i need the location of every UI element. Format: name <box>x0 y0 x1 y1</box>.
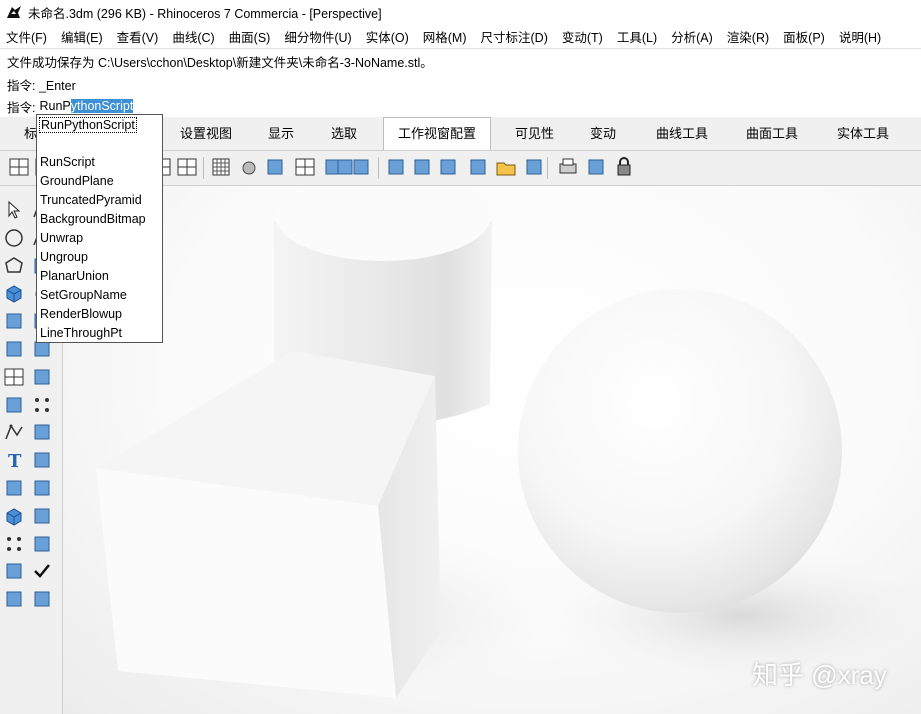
menu-item[interactable]: 渲染(R) <box>720 27 776 46</box>
ground-plane-icon[interactable] <box>467 156 489 178</box>
dimension-icon[interactable] <box>31 505 53 527</box>
menu-item[interactable]: 曲线(C) <box>165 27 221 46</box>
autocomplete-item[interactable]: GroundPlane <box>40 174 114 188</box>
command-autocomplete-text: ythonScript <box>70 99 134 113</box>
autocomplete-item[interactable]: RenderBlowup <box>40 307 122 321</box>
enable-detail-icon[interactable] <box>437 156 459 178</box>
autocomplete-item[interactable]: PlanarUnion <box>40 269 109 283</box>
command-prompt-label: 指令: <box>7 100 36 115</box>
sphere <box>518 289 842 613</box>
tab-9[interactable]: 实体工具 <box>837 117 889 150</box>
fillet-icon[interactable] <box>3 421 25 443</box>
menu-item[interactable]: 查看(V) <box>110 27 166 46</box>
split-vertical-icon[interactable] <box>176 156 198 178</box>
box-front-face <box>96 468 396 698</box>
point-light-icon[interactable] <box>238 156 260 178</box>
window-title: 未命名.3dm (296 KB) - Rhinoceros 7 Commerci… <box>28 6 382 21</box>
material-icon[interactable] <box>31 588 53 610</box>
points-icon[interactable] <box>31 394 53 416</box>
align-icon[interactable] <box>31 533 53 555</box>
autocomplete-item[interactable]: RunPythonScript <box>39 117 137 133</box>
menu-item[interactable]: 分析(A) <box>664 27 720 46</box>
menu-item[interactable]: 变动(T) <box>555 27 610 46</box>
command-input[interactable]: RunPythonScript <box>39 99 134 113</box>
render-icon[interactable] <box>3 588 25 610</box>
menu-item[interactable]: 工具(L) <box>610 27 664 46</box>
text-icon[interactable]: T <box>3 449 25 472</box>
circle-icon[interactable] <box>3 227 25 249</box>
mirror-icon[interactable] <box>31 477 53 499</box>
command-history-line: 文件成功保存为 C:\Users\cchon\Desktop\新建文件夹\未命名… <box>7 56 433 70</box>
menu-item[interactable]: 面板(P) <box>776 27 832 46</box>
menu-item[interactable]: 网格(M) <box>416 27 474 46</box>
two-point-perspective-icon[interactable] <box>264 156 286 178</box>
offset-icon[interactable] <box>31 421 53 443</box>
tab-8[interactable]: 曲面工具 <box>746 117 798 150</box>
render-color-icon[interactable] <box>350 156 372 178</box>
toolbar-separator <box>203 157 204 179</box>
toolbar-separator <box>378 157 379 179</box>
autocomplete-item[interactable]: BackgroundBitmap <box>40 212 146 226</box>
subd-icon[interactable] <box>3 338 25 360</box>
snapshot-icon[interactable] <box>523 156 545 178</box>
watermark: 知乎 @xray <box>752 660 887 690</box>
command-autocomplete-list[interactable]: RunPythonScript RunScript GroundPlane Trunc… <box>36 114 163 343</box>
menu-item[interactable]: 尺寸标注(D) <box>474 27 555 46</box>
command-typed-text: RunP <box>39 99 71 113</box>
toolbar-separator <box>547 157 548 179</box>
tab-7[interactable]: 曲线工具 <box>656 117 708 150</box>
boolean-icon[interactable] <box>3 394 25 416</box>
four-viewports-icon[interactable] <box>8 156 30 178</box>
box-icon[interactable] <box>3 282 25 304</box>
save-info-icon[interactable] <box>585 156 607 178</box>
autocomplete-item[interactable]: SetGroupName <box>40 288 127 302</box>
rhino-logo-icon <box>7 6 21 18</box>
split-icon[interactable] <box>3 366 25 388</box>
trim-icon[interactable] <box>31 366 53 388</box>
tab-4[interactable]: 工作视窗配置 <box>383 117 492 150</box>
open-folder-icon[interactable] <box>495 156 517 178</box>
grid-icon[interactable] <box>210 156 232 178</box>
check-icon[interactable] <box>31 560 53 582</box>
select-arrow-icon[interactable] <box>3 199 25 221</box>
viewport-properties-icon[interactable] <box>294 156 316 178</box>
title-bar: 未命名.3dm (296 KB) - Rhinoceros 7 Commerci… <box>0 0 921 24</box>
tab-5[interactable]: 可见性 <box>515 117 554 150</box>
extrude-icon[interactable] <box>3 310 25 332</box>
lock-icon[interactable] <box>613 156 635 178</box>
solid-box-icon[interactable] <box>3 505 25 527</box>
detail-view-icon[interactable] <box>411 156 433 178</box>
tab-2[interactable]: 显示 <box>268 117 294 150</box>
command-area: 文件成功保存为 C:\Users\cchon\Desktop\新建文件夹\未命名… <box>0 48 921 118</box>
group-icon[interactable] <box>3 477 25 499</box>
perspective-viewport[interactable] <box>63 186 921 714</box>
tab-3[interactable]: 选取 <box>331 117 357 150</box>
autocomplete-item[interactable]: LineThroughPt <box>40 326 122 340</box>
flow-icon[interactable] <box>3 560 25 582</box>
scale-icon[interactable] <box>31 449 53 471</box>
menu-item[interactable]: 说明(H) <box>832 27 888 46</box>
menu-item[interactable]: 曲面(S) <box>222 27 278 46</box>
print-icon[interactable] <box>557 156 579 178</box>
menu-bar: 文件(F) 编辑(E) 查看(V) 曲线(C) 曲面(S) 细分物件(U) 实体(O) 网格(… <box>0 24 921 48</box>
command-history-line: 指令: _Enter <box>7 79 76 93</box>
menu-item[interactable]: 实体(O) <box>359 27 416 46</box>
polygon-icon[interactable] <box>3 255 25 277</box>
autocomplete-item[interactable]: RunScript <box>40 155 95 169</box>
menu-item[interactable]: 编辑(E) <box>54 27 110 46</box>
new-layout-icon[interactable] <box>385 156 407 178</box>
autocomplete-item[interactable]: Unwrap <box>40 231 83 245</box>
viewport-scene <box>83 186 921 706</box>
array-icon[interactable] <box>3 533 25 555</box>
tab-6[interactable]: 变动 <box>590 117 616 150</box>
autocomplete-item[interactable]: Ungroup <box>40 250 88 264</box>
tab-1[interactable]: 设置视图 <box>180 117 232 150</box>
svg-text:T: T <box>8 451 22 471</box>
menu-item[interactable]: 细分物件(U) <box>277 27 358 46</box>
autocomplete-item[interactable]: TruncatedPyramid <box>40 193 142 207</box>
menu-item[interactable]: 文件(F) <box>0 27 54 46</box>
